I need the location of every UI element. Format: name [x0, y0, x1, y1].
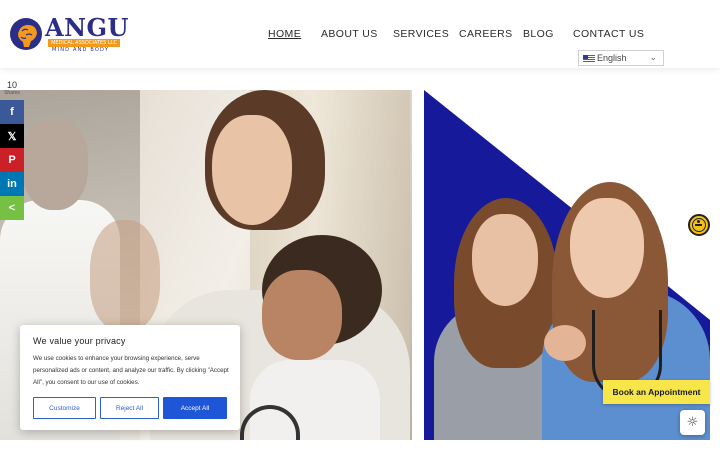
brain-logo-icon: [10, 18, 42, 50]
share-icon: <: [8, 202, 16, 214]
x-share-button[interactable]: 𝕏: [0, 124, 24, 148]
linkedin-icon: in: [7, 178, 17, 190]
customize-button[interactable]: Customize: [33, 397, 96, 419]
brand-subtitle: MEDICAL ASSOCIATES LLC: [48, 39, 120, 47]
more-share-button[interactable]: <: [0, 196, 24, 220]
site-header: ANGU MEDICAL ASSOCIATES LLC MIND AND BOD…: [0, 0, 720, 68]
nav-careers[interactable]: CAREERS: [459, 28, 513, 40]
chevron-down-icon: ⌄: [649, 52, 657, 62]
nav-about-us[interactable]: ABOUT US: [321, 28, 378, 40]
cookie-description: We use cookies to enhance your browsing …: [33, 355, 229, 386]
brand-tagline: MIND AND BODY: [52, 47, 110, 53]
nav-contact-us[interactable]: CONTACT US: [573, 28, 644, 40]
us-flag-icon: [583, 55, 595, 63]
site-logo[interactable]: ANGU MEDICAL ASSOCIATES LLC MIND AND BOD…: [8, 14, 128, 56]
share-label: Shares: [4, 90, 20, 96]
book-appointment-button[interactable]: Book an Appointment: [603, 380, 710, 404]
reject-all-button[interactable]: Reject All: [100, 397, 159, 419]
pinterest-share-button[interactable]: P: [0, 148, 24, 172]
share-sidebar: 10 Shares f 𝕏 P in <: [0, 80, 24, 220]
x-twitter-icon: 𝕏: [7, 130, 17, 143]
linkedin-share-button[interactable]: in: [0, 172, 24, 196]
cookie-title: We value your privacy: [33, 336, 126, 346]
facebook-share-button[interactable]: f: [0, 100, 24, 124]
photo-doctor-head: [22, 120, 88, 210]
photo-hand: [544, 325, 586, 361]
photo-background-figure: [90, 220, 160, 330]
sun-icon: ☼: [686, 415, 699, 430]
photo-nurse-right-face: [570, 198, 644, 298]
language-label: English: [597, 53, 627, 63]
share-count: 10: [6, 80, 17, 90]
accessibility-button[interactable]: [688, 214, 710, 236]
language-selector[interactable]: English ⌄: [578, 50, 664, 66]
facebook-icon: f: [10, 106, 14, 118]
brand-name: ANGU: [45, 13, 129, 42]
photo-child-face: [262, 270, 342, 360]
theme-toggle-button[interactable]: ☼: [680, 410, 705, 435]
cookie-consent-banner: We value your privacy We use cookies to …: [20, 325, 240, 430]
nav-blog[interactable]: BLOG: [523, 28, 554, 40]
accept-all-button[interactable]: Accept All: [163, 397, 227, 419]
photo-nurse-left-face: [472, 214, 538, 306]
nav-services[interactable]: SERVICES: [393, 28, 449, 40]
nav-home[interactable]: HOME: [268, 28, 301, 40]
pinterest-icon: P: [8, 154, 16, 166]
photo-mother-face: [212, 115, 292, 225]
accessibility-icon: [692, 218, 706, 232]
